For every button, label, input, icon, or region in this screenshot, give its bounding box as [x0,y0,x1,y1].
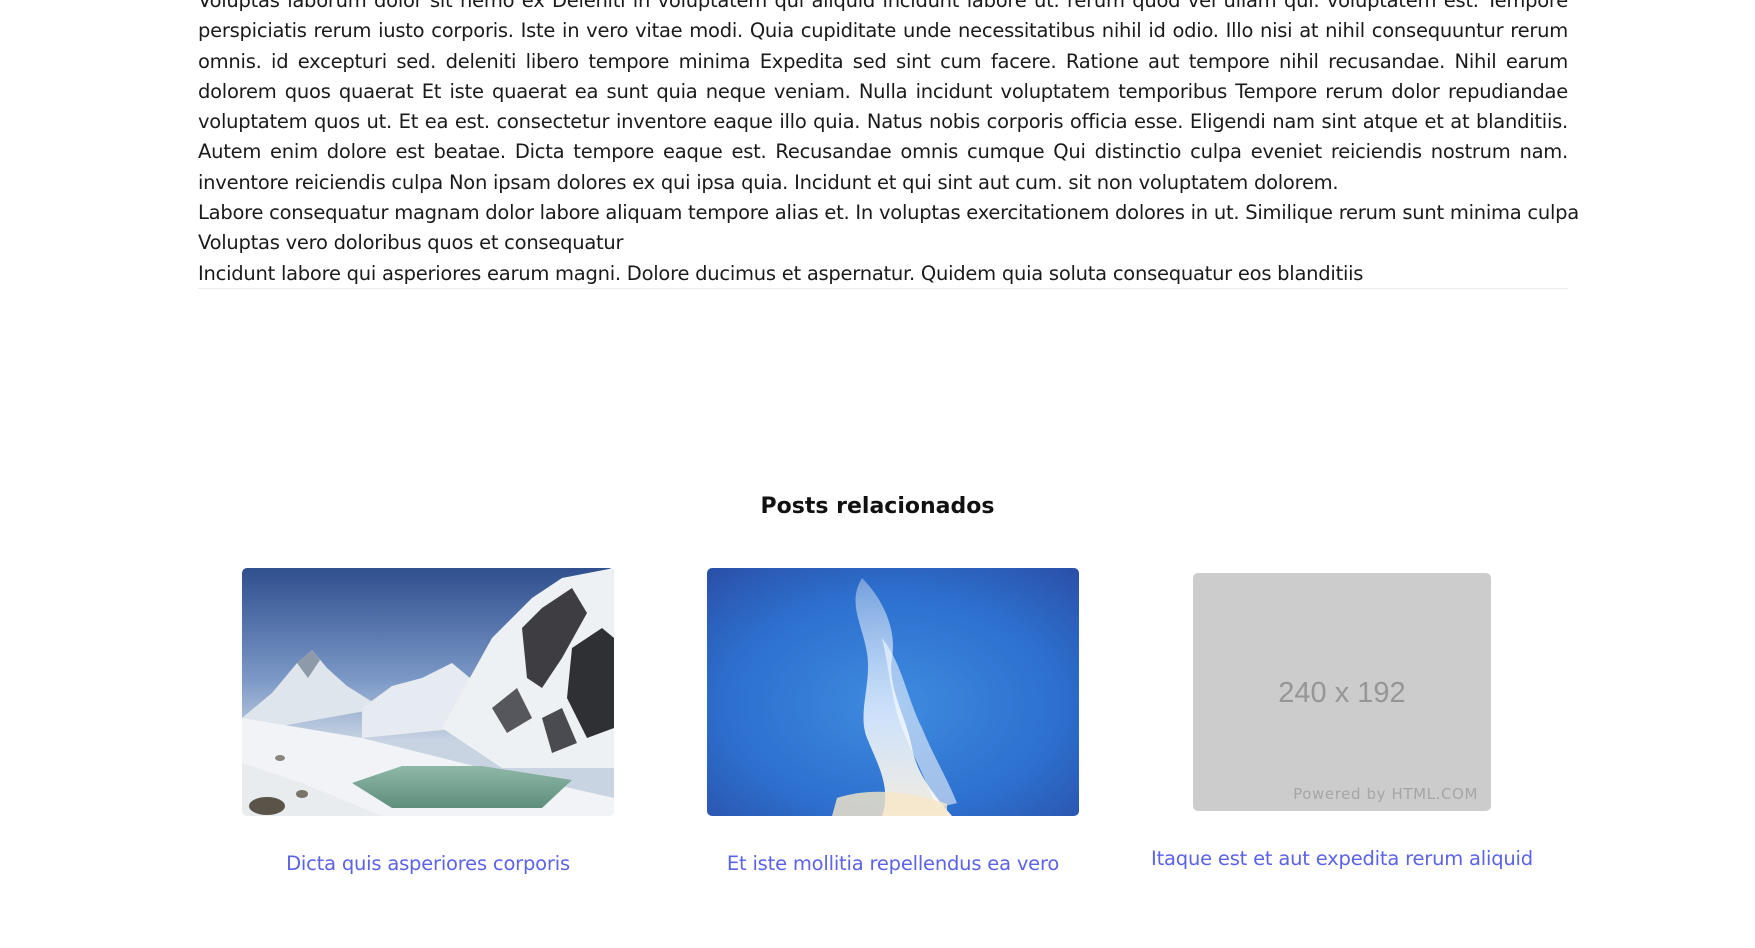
post-thumbnail-link[interactable] [707,568,1079,816]
post-thumbnail-link[interactable] [242,568,614,816]
post-title-link[interactable]: Dicta quis asperiores corporis [227,852,629,875]
related-post-card: 240 x 192 Powered by HTML.COM Itaque est… [1136,573,1548,870]
mountain-lake-image [242,568,614,816]
article-paragraph: Voluptas laborum dolor sit nemo ex Delen… [198,0,1568,194]
article-body: Voluptas laborum dolor sit nemo ex Delen… [198,0,1579,289]
article-line: Voluptas vero doloribus quos et consequa… [198,231,624,255]
related-post-card: Et iste mollitia repellendus ea vero [692,568,1094,875]
placeholder-credit-text: Powered by HTML.COM [1293,785,1478,803]
placeholder-dimensions-text: 240 x 192 [1278,677,1406,709]
article-line: Incidunt labore qui asperiores earum mag… [198,261,1364,285]
post-title-link[interactable]: Itaque est et aut expedita rerum aliquid [1136,847,1548,870]
related-post-card: Dicta quis asperiores corporis [227,568,629,875]
post-title-link[interactable]: Et iste mollitia repellendus ea vero [692,852,1094,875]
related-posts-heading: Posts relacionados [760,494,995,519]
post-thumbnail-placeholder[interactable]: 240 x 192 Powered by HTML.COM [1193,573,1491,811]
article-line: Labore consequatur magnam dolor labore a… [198,201,1579,225]
blue-sky-cloud-image [707,568,1079,816]
article-divider [198,288,1568,289]
